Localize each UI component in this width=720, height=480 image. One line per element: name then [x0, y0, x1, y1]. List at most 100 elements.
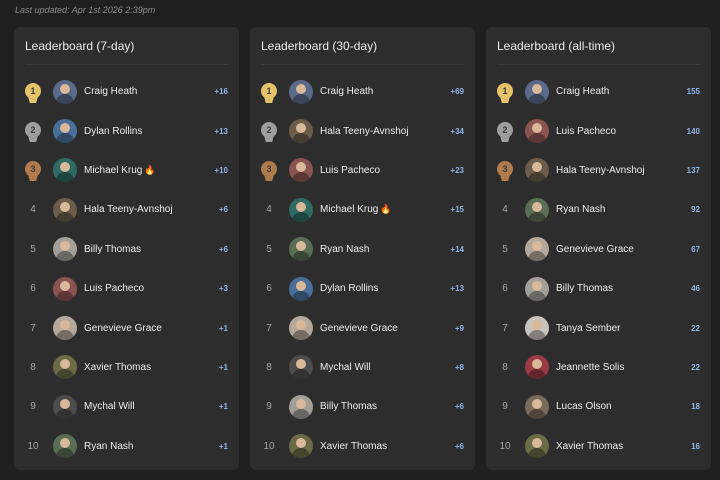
player-name-text: Lucas Olson	[556, 401, 612, 413]
avatar	[53, 394, 77, 419]
leaderboard-row[interactable]: 8 Jeannette Solis 22	[497, 348, 700, 387]
rank-cell: 7	[497, 323, 525, 334]
leaderboard-row[interactable]: 5 Ryan Nash +14	[261, 230, 464, 269]
player-name: Hala Teeny-Avnshoj	[84, 204, 208, 215]
player-name: Luis Pacheco	[320, 165, 444, 176]
avatar	[53, 197, 77, 222]
score-value: 140	[686, 126, 700, 136]
player-name: Luis Pacheco	[556, 126, 680, 137]
avatar	[53, 79, 77, 104]
leaderboard-row[interactable]: 4 Michael Krug 🔥 +15	[261, 190, 464, 229]
score-value: +34	[450, 126, 464, 136]
avatar	[525, 119, 549, 144]
leaderboard-row[interactable]: 1 Craig Heath 155	[497, 72, 700, 111]
score-value: 22	[691, 362, 700, 372]
leaderboard-row[interactable]: 1 Craig Heath +69	[261, 72, 464, 111]
leaderboard-row[interactable]: 3 Luis Pacheco +23	[261, 151, 464, 190]
leaderboard-row[interactable]: 7 Genevieve Grace +9	[261, 308, 464, 347]
player-name-text: Billy Thomas	[320, 401, 378, 413]
leaderboard-row[interactable]: 4 Ryan Nash 92	[497, 190, 700, 229]
leaderboard-row[interactable]: 5 Billy Thomas +6	[25, 230, 228, 269]
leaderboard-title: Leaderboard (7-day)	[25, 27, 228, 65]
leaderboard-row[interactable]: 8 Mychal Will +8	[261, 348, 464, 387]
avatar	[53, 355, 77, 380]
player-name: Ryan Nash	[84, 441, 208, 452]
player-name: Dylan Rollins	[84, 126, 208, 137]
player-name-text: Dylan Rollins	[84, 125, 143, 137]
avatar	[289, 316, 313, 341]
rank-number: 1	[25, 82, 41, 99]
player-name: Billy Thomas	[84, 244, 208, 255]
leaderboard-row[interactable]: 5 Genevieve Grace 67	[497, 230, 700, 269]
avatar	[525, 276, 549, 301]
player-name-text: Hala Teeny-Avnshoj	[556, 164, 645, 176]
leaderboard-card: Leaderboard (all-time) 1 Craig Heath 155 2 Lu…	[486, 27, 711, 470]
player-name: Mychal Will	[320, 362, 444, 373]
leaderboard-list: 1 Craig Heath +16 2 Dylan Rollins +13 3 Michael…	[25, 72, 228, 466]
rank-number: 1	[261, 82, 277, 99]
player-name: Mychal Will	[84, 401, 208, 412]
leaderboard-row[interactable]: 6 Dylan Rollins +13	[261, 269, 464, 308]
rank-cell: 10	[497, 441, 525, 452]
rank-cell: 3	[261, 161, 289, 182]
leaderboard-row[interactable]: 7 Tanya Sember 22	[497, 308, 700, 347]
leaderboard-row[interactable]: 10 Ryan Nash +1	[25, 427, 228, 466]
medal-icon: 1	[261, 82, 277, 103]
rank-cell: 4	[261, 204, 289, 215]
leaderboard-row[interactable]: 8 Xavier Thomas +1	[25, 348, 228, 387]
rank-cell: 9	[261, 401, 289, 412]
player-name-text: Ryan Nash	[84, 440, 134, 452]
avatar	[53, 119, 77, 144]
leaderboard-list: 1 Craig Heath 155 2 Luis Pacheco 140 3 Hala Tee…	[497, 72, 700, 466]
leaderboard-row[interactable]: 6 Billy Thomas 46	[497, 269, 700, 308]
player-name-text: Hala Teeny-Avnshoj	[84, 204, 173, 216]
player-name: Michael Krug 🔥	[320, 204, 444, 215]
rank-cell: 6	[261, 283, 289, 294]
rank-number: 4	[30, 204, 36, 216]
leaderboard-row[interactable]: 10 Xavier Thomas 16	[497, 427, 700, 466]
leaderboard-row[interactable]: 4 Hala Teeny-Avnshoj +6	[25, 190, 228, 229]
player-name: Genevieve Grace	[84, 323, 208, 334]
avatar	[53, 434, 77, 459]
player-name: Genevieve Grace	[320, 323, 444, 334]
player-name: Genevieve Grace	[556, 244, 680, 255]
avatar	[289, 355, 313, 380]
leaderboard-row[interactable]: 2 Dylan Rollins +13	[25, 111, 228, 150]
rank-number: 2	[261, 122, 277, 139]
score-value: +6	[218, 244, 228, 254]
leaderboard-row[interactable]: 6 Luis Pacheco +3	[25, 269, 228, 308]
medal-icon: 3	[261, 161, 277, 182]
score-value: +69	[450, 87, 464, 97]
rank-number: 10	[263, 440, 275, 452]
rank-cell: 4	[25, 204, 53, 215]
leaderboard-row[interactable]: 9 Mychal Will +1	[25, 387, 228, 426]
leaderboard-row[interactable]: 3 Hala Teeny-Avnshoj 137	[497, 151, 700, 190]
player-name-text: Mychal Will	[320, 361, 371, 373]
medal-icon: 2	[497, 122, 513, 143]
player-name: Jeannette Solis	[556, 362, 680, 373]
rank-cell: 8	[497, 362, 525, 373]
avatar	[525, 316, 549, 341]
medal-icon: 3	[25, 161, 41, 182]
rank-cell: 10	[261, 441, 289, 452]
rank-number: 5	[502, 243, 508, 255]
leaderboard-row[interactable]: 1 Craig Heath +16	[25, 72, 228, 111]
score-value: +23	[450, 165, 464, 175]
score-value: 22	[691, 323, 700, 333]
player-name-text: Luis Pacheco	[320, 164, 381, 176]
player-name-text: Genevieve Grace	[84, 322, 162, 334]
player-name-text: Hala Teeny-Avnshoj	[320, 125, 409, 137]
leaderboard-row[interactable]: 7 Genevieve Grace +1	[25, 308, 228, 347]
leaderboard-row[interactable]: 2 Luis Pacheco 140	[497, 111, 700, 150]
leaderboard-row[interactable]: 9 Lucas Olson 18	[497, 387, 700, 426]
rank-cell: 3	[25, 161, 53, 182]
leaderboard-row[interactable]: 9 Billy Thomas +6	[261, 387, 464, 426]
rank-cell: 2	[497, 122, 525, 143]
rank-cell: 1	[497, 82, 525, 103]
leaderboard-row[interactable]: 3 Michael Krug 🔥 +10	[25, 151, 228, 190]
rank-number: 2	[25, 122, 41, 139]
medal-icon: 1	[25, 82, 41, 103]
player-name: Craig Heath	[320, 86, 444, 97]
leaderboard-row[interactable]: 10 Xavier Thomas +6	[261, 427, 464, 466]
leaderboard-row[interactable]: 2 Hala Teeny-Avnshoj +34	[261, 111, 464, 150]
